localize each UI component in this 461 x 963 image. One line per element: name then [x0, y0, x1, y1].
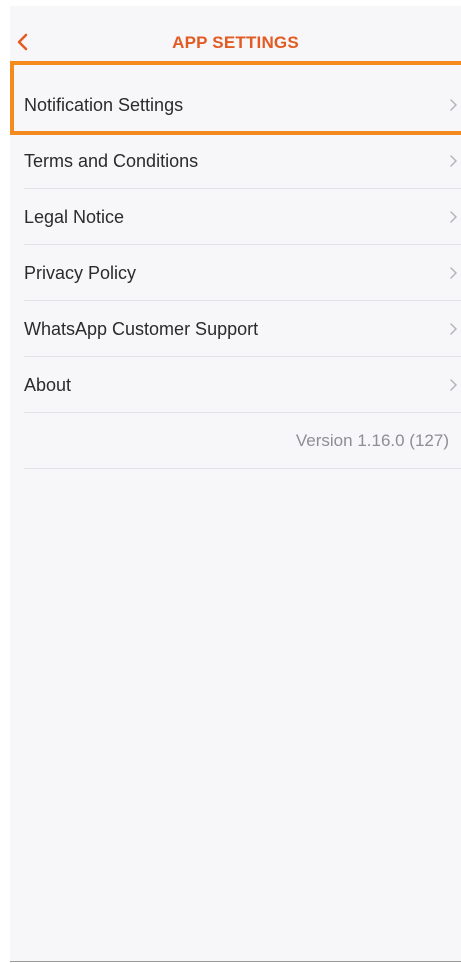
app-settings-screen: APP SETTINGS Notification Settings Terms…	[10, 6, 461, 962]
chevron-right-icon	[450, 379, 457, 391]
menu-item-whatsapp-customer-support[interactable]: WhatsApp Customer Support	[10, 301, 461, 357]
menu-item-label: Notification Settings	[24, 94, 184, 115]
menu-item-label: Legal Notice	[24, 206, 125, 227]
header: APP SETTINGS	[10, 6, 461, 68]
page-title: APP SETTINGS	[172, 33, 299, 52]
chevron-right-icon	[450, 267, 457, 279]
menu-item-privacy-policy[interactable]: Privacy Policy	[10, 245, 461, 301]
chevron-right-icon	[450, 155, 457, 167]
menu-item-notification-settings[interactable]: Notification Settings	[10, 77, 461, 133]
menu-item-label: WhatsApp Customer Support	[24, 318, 259, 339]
chevron-right-icon	[450, 211, 457, 223]
menu-item-terms-and-conditions[interactable]: Terms and Conditions	[10, 133, 461, 189]
menu-item-legal-notice[interactable]: Legal Notice	[10, 189, 461, 245]
menu-item-label: Terms and Conditions	[24, 150, 199, 171]
menu-item-label: About	[24, 374, 72, 395]
menu-item-label: Privacy Policy	[24, 262, 137, 283]
chevron-right-icon	[450, 99, 457, 111]
version-row: Version 1.16.0 (127)	[10, 413, 461, 469]
app-version: Version 1.16.0 (127)	[295, 431, 449, 450]
menu-item-about[interactable]: About	[10, 357, 461, 413]
chevron-right-icon	[450, 323, 457, 335]
settings-menu: Notification Settings Terms and Conditio…	[10, 77, 461, 469]
